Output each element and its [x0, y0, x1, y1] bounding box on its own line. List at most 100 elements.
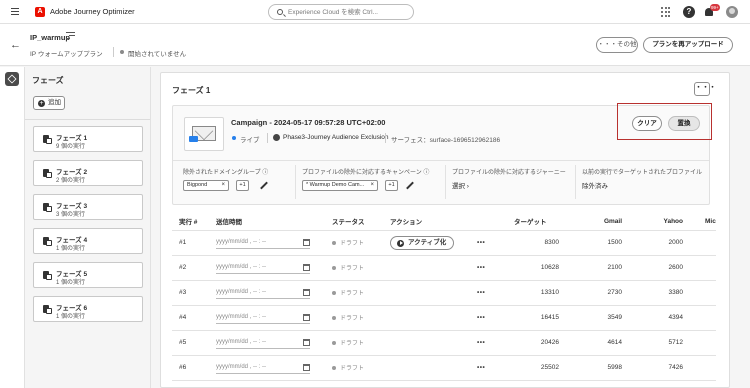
help-icon[interactable]: ? [683, 6, 695, 18]
layers-icon[interactable] [5, 72, 19, 86]
edit-pencil-icon[interactable] [260, 181, 268, 189]
run-number: #3 [172, 280, 209, 306]
row-more-button[interactable]: ••• [470, 355, 507, 381]
live-status-dot [232, 136, 236, 140]
table-header-row: 実行 # 送信時間 ステータス アクション ターゲット Gmail Yahoo … [172, 213, 716, 231]
col-microsoft[interactable]: Mic [683, 213, 716, 231]
run-number: #6 [172, 355, 209, 381]
campaign-tag[interactable]: * Warmup Demo Cam... × [302, 180, 378, 191]
calendar-icon[interactable] [303, 263, 310, 271]
send-time-input[interactable]: yyyy/mm/dd , -- : -- [216, 237, 310, 249]
run-number: #5 [172, 330, 209, 356]
send-time-input[interactable]: yyyy/mm/dd , -- : -- [216, 362, 310, 374]
run-status: ドラフト [325, 230, 383, 256]
reupload-plan-button[interactable]: プランを再アップロード [643, 37, 733, 53]
col-status[interactable]: ステータス [325, 213, 383, 231]
run-status: ドラフト [325, 280, 383, 306]
calendar-icon[interactable] [303, 313, 310, 321]
phase-file-icon [43, 305, 52, 314]
row-more-button[interactable]: ••• [470, 305, 507, 331]
select-journey-link[interactable]: 選択 › [452, 180, 469, 190]
gmail-count: 1500 [559, 230, 622, 256]
phase-item[interactable]: フェーズ 2 2 個の実行 [33, 160, 143, 186]
phase-item[interactable]: フェーズ 6 1 個の実行 [33, 296, 143, 322]
calendar-icon[interactable] [303, 338, 310, 346]
action-cell [383, 280, 470, 306]
row-more-button[interactable]: ••• [470, 230, 507, 256]
col-run[interactable]: 実行 # [172, 213, 209, 231]
more-tags-badge[interactable]: +1 [385, 180, 398, 191]
send-time-cell: yyyy/mm/dd , -- : -- [209, 305, 325, 331]
phase-file-icon [43, 271, 52, 280]
calendar-icon[interactable] [303, 238, 310, 246]
more-button[interactable]: ・・・その他 [596, 37, 638, 53]
email-thumbnail [184, 117, 224, 151]
yahoo-count: 7426 [622, 355, 683, 381]
more-tags-badge[interactable]: +1 [236, 180, 249, 191]
phase-runs: 2 個の実行 [56, 178, 86, 184]
back-arrow-icon[interactable]: ← [10, 40, 21, 51]
activate-button[interactable]: アクティブ化 [390, 235, 455, 250]
yahoo-count: 4394 [622, 305, 683, 331]
col-action[interactable]: アクション [383, 213, 470, 231]
menu-icon[interactable] [11, 8, 19, 15]
search-placeholder[interactable]: Experience Cloud を検索 Ctrl... [288, 8, 378, 17]
col-yahoo[interactable]: Yahoo [622, 213, 683, 231]
notifications-bell-icon[interactable]: 99+ [704, 4, 720, 18]
microsoft-count [683, 305, 716, 331]
user-avatar[interactable] [726, 6, 738, 18]
phase-item[interactable]: フェーズ 4 1 個の実行 [33, 228, 143, 254]
phase-more-button[interactable]: ・・・ [694, 82, 716, 96]
target-count: 25502 [507, 355, 559, 381]
phase-item[interactable]: フェーズ 1 9 個の実行 [33, 126, 143, 152]
divider [25, 119, 150, 120]
microsoft-count [683, 255, 716, 281]
divider [445, 165, 446, 199]
section-label: 除外されたドメイングループ ⓘ [183, 170, 269, 176]
calendar-icon[interactable] [303, 288, 310, 296]
replace-button[interactable]: 置換 [668, 116, 700, 131]
col-send-time[interactable]: 送信時間 [209, 213, 325, 231]
microsoft-count [683, 330, 716, 356]
send-time-cell: yyyy/mm/dd , -- : -- [209, 355, 325, 381]
row-more-button[interactable]: ••• [470, 255, 507, 281]
add-icon: + [38, 100, 45, 107]
send-time-input[interactable]: yyyy/mm/dd , -- : -- [216, 312, 310, 324]
notification-badge: 99+ [710, 4, 720, 11]
clear-button[interactable]: クリア [632, 116, 662, 131]
divider [385, 133, 386, 143]
edit-pencil-icon[interactable] [406, 181, 414, 189]
col-target[interactable]: ターゲット [507, 213, 559, 231]
microsoft-count [683, 230, 716, 256]
search-bar[interactable]: Experience Cloud を検索 Ctrl... [268, 4, 414, 20]
run-status: ドラフト [325, 355, 383, 381]
apps-grid-icon[interactable] [660, 6, 672, 18]
microsoft-count [683, 355, 716, 381]
table-row: #3 yyyy/mm/dd , -- : -- ドラフト ••• 13310 2… [172, 280, 716, 306]
target-count: 20426 [507, 330, 559, 356]
yahoo-count: 5712 [622, 330, 683, 356]
send-time-cell: yyyy/mm/dd , -- : -- [209, 330, 325, 356]
target-count: 16415 [507, 305, 559, 331]
action-cell [383, 330, 470, 356]
phase-item[interactable]: フェーズ 3 3 個の実行 [33, 194, 143, 220]
gmail-count: 4614 [559, 330, 622, 356]
remove-tag-icon[interactable]: × [221, 181, 225, 190]
send-time-input[interactable]: yyyy/mm/dd , -- : -- [216, 287, 310, 299]
run-number: #2 [172, 255, 209, 281]
send-time-cell: yyyy/mm/dd , -- : -- [209, 255, 325, 281]
col-gmail[interactable]: Gmail [559, 213, 622, 231]
remove-tag-icon[interactable]: × [370, 181, 374, 190]
yahoo-count: 2600 [622, 255, 683, 281]
send-time-input[interactable]: yyyy/mm/dd , -- : -- [216, 262, 310, 274]
calendar-icon[interactable] [303, 363, 310, 371]
add-phase-button[interactable]: + 追加 [33, 96, 65, 110]
row-more-button[interactable]: ••• [470, 330, 507, 356]
domain-tag[interactable]: Bigpond × [183, 180, 229, 191]
phase-runs: 1 個の実行 [56, 280, 86, 286]
phase-item[interactable]: フェーズ 5 1 個の実行 [33, 262, 143, 288]
send-time-input[interactable]: yyyy/mm/dd , -- : -- [216, 337, 310, 349]
row-more-button[interactable]: ••• [470, 280, 507, 306]
divider [113, 47, 114, 57]
settings-sliders-icon[interactable] [66, 32, 75, 40]
